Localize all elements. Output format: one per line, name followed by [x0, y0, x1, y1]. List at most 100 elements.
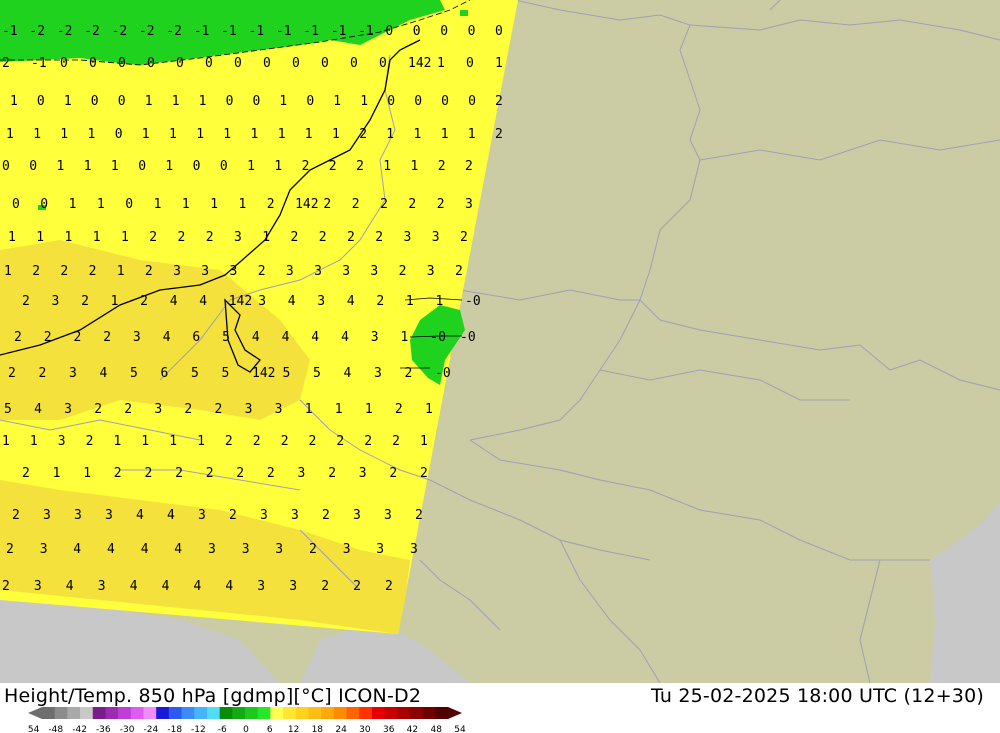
- grid-value-label: 5: [222, 366, 230, 381]
- grid-value-label: 0: [37, 94, 45, 109]
- legend-tick-label: -30: [120, 725, 135, 733]
- grid-value-label: -2: [139, 24, 155, 39]
- grid-value-label: 3: [208, 542, 216, 557]
- grid-value-label: 2: [140, 294, 148, 309]
- grid-value-label: 2: [86, 434, 94, 449]
- grid-value-label: 1: [414, 127, 422, 142]
- grid-value-label: 2: [356, 159, 364, 174]
- grid-value-label: 1: [279, 94, 287, 109]
- legend-tick-label: -48: [48, 725, 63, 733]
- grid-value-label: 1: [360, 94, 368, 109]
- grid-value-label: 1: [335, 402, 343, 417]
- grid-value-label: 1: [305, 127, 313, 142]
- legend-swatch: [359, 707, 373, 719]
- grid-value-label: 0: [40, 197, 48, 212]
- grid-value-label: 1: [88, 127, 96, 142]
- grid-value-label: 2: [178, 230, 186, 245]
- grid-value-label: 2: [389, 466, 397, 481]
- grid-value-label: 1: [199, 94, 207, 109]
- grid-value-label: 6: [192, 330, 200, 345]
- grid-value-label: 2: [74, 330, 82, 345]
- grid-value-label: 2: [206, 466, 214, 481]
- grid-value-label: 1: [383, 159, 391, 174]
- grid-value-label: 142: [252, 366, 275, 381]
- grid-value-label: 1: [332, 127, 340, 142]
- grid-value-label: 4: [288, 294, 296, 309]
- grid-value-label: 1: [333, 94, 341, 109]
- grid-value-label: 2: [375, 230, 383, 245]
- grid-value-label: -0: [465, 294, 481, 309]
- legend-swatch: [283, 707, 297, 719]
- grid-value-label: -1: [331, 24, 347, 39]
- grid-value-label: 1: [441, 127, 449, 142]
- grid-value-label: 2: [22, 294, 30, 309]
- legend-swatch: [42, 707, 56, 719]
- grid-value-label: 3: [343, 542, 351, 557]
- grid-value-label: 3: [260, 508, 268, 523]
- grid-value-label: 2: [420, 466, 428, 481]
- legend-tick-label: -36: [96, 725, 111, 733]
- grid-value-label: 3: [432, 230, 440, 245]
- grid-value-label: 4: [34, 402, 42, 417]
- grid-value-label: 0: [468, 24, 476, 39]
- grid-value-label: 3: [234, 230, 242, 245]
- grid-value-label: 4: [107, 542, 115, 557]
- grid-value-label: 1: [411, 159, 419, 174]
- grid-value-label: 1: [262, 230, 270, 245]
- grid-value-label: 3: [105, 508, 113, 523]
- grid-value-label: 1: [172, 94, 180, 109]
- grid-value-label: 3: [275, 542, 283, 557]
- grid-value-label: 1: [121, 230, 129, 245]
- grid-value-label: 1: [197, 434, 205, 449]
- legend-swatch: [194, 707, 208, 719]
- grid-value-label: 1: [2, 434, 10, 449]
- grid-value-label: 2: [329, 159, 337, 174]
- grid-value-label: 3: [371, 330, 379, 345]
- grid-value-label: 3: [404, 230, 412, 245]
- grid-value-label: 2: [81, 294, 89, 309]
- grid-value-label: 1: [223, 127, 231, 142]
- grid-value-label: 2: [60, 264, 68, 279]
- grid-value-label: 3: [289, 579, 297, 594]
- grid-value-label: 1: [196, 127, 204, 142]
- weather-map: -1 -2 -2 -2 -2 -2 -2 -1 -1 -1 -1 -1 -1 -1 0 0 0 0 0 2 -1 0 0 0 0…: [0, 0, 1000, 683]
- grid-value-label: 1: [386, 127, 394, 142]
- grid-value-label: 0: [91, 94, 99, 109]
- grid-value-label: 0: [306, 94, 314, 109]
- grid-value-label: 2: [145, 264, 153, 279]
- grid-value-label: -0: [435, 366, 451, 381]
- grid-value-label: 1: [117, 264, 125, 279]
- grid-value-label: 4: [199, 294, 207, 309]
- legend-tick-label: -54: [28, 725, 40, 733]
- grid-value-label: 0: [495, 24, 503, 39]
- grid-value-label: 142: [229, 294, 252, 309]
- grid-value-label: 1: [278, 127, 286, 142]
- grid-value-label: 3: [74, 508, 82, 523]
- grid-value-label: 2: [6, 542, 14, 557]
- grid-value-label: 2: [258, 264, 266, 279]
- grid-value-label: 4: [163, 330, 171, 345]
- grid-value-label: 3: [465, 197, 473, 212]
- legend-tick-label: 6: [267, 725, 273, 733]
- grid-value-label: 4: [170, 294, 178, 309]
- grid-value-label: 0: [234, 56, 242, 71]
- grid-value-label: 4: [66, 579, 74, 594]
- grid-value-label: 3: [353, 508, 361, 523]
- grid-value-label: 1: [142, 127, 150, 142]
- grid-value-label: 2: [236, 466, 244, 481]
- legend-tick-label: 24: [335, 725, 347, 733]
- grid-value-label: 2: [495, 94, 503, 109]
- grid-value-label: 2: [359, 127, 367, 142]
- grid-value-label: 4: [194, 579, 202, 594]
- grid-value-label: 0: [441, 94, 449, 109]
- grid-value-label: 0: [379, 56, 387, 71]
- grid-value-label: 1: [182, 197, 190, 212]
- grid-value-label: 2: [322, 508, 330, 523]
- grid-value-label: -1: [358, 24, 374, 39]
- grid-value-label: 2: [336, 434, 344, 449]
- legend-tick-label: 36: [383, 725, 395, 733]
- legend-swatch: [130, 707, 144, 719]
- grid-value-label: 2: [22, 466, 30, 481]
- grid-value-label: 1: [93, 230, 101, 245]
- grid-value-label: 0: [2, 159, 10, 174]
